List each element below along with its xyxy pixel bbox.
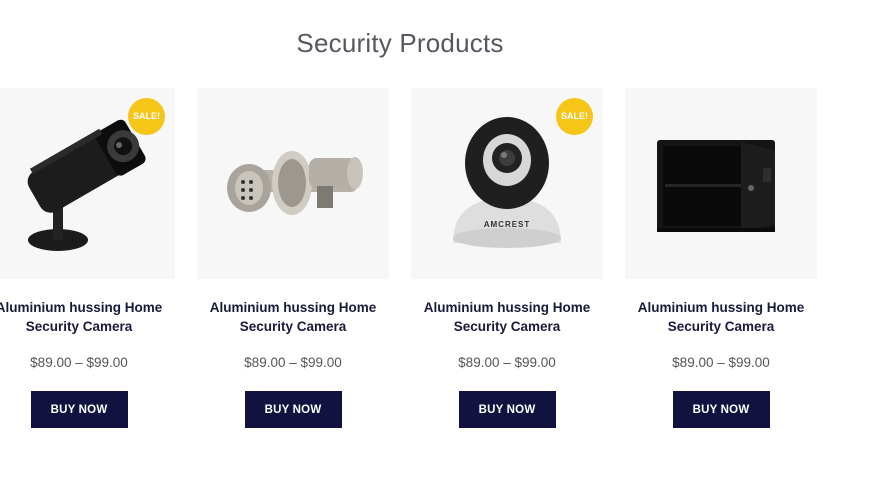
product-image[interactable]: AMCREST SALE!	[411, 88, 603, 279]
price-separator: –	[75, 355, 83, 370]
product-image[interactable]	[625, 88, 817, 279]
buy-now-button[interactable]: BUY NOW	[672, 391, 770, 428]
price-max: $99.00	[514, 355, 556, 370]
price-separator: –	[717, 355, 725, 370]
black-safe-icon	[657, 140, 775, 232]
product-price: $89.00 – $99.00	[0, 355, 175, 370]
product-name[interactable]: Aluminium hussing Home Security Camera	[0, 298, 175, 336]
product-image[interactable]: SALE!	[0, 88, 175, 279]
sale-badge: SALE!	[128, 98, 165, 135]
sale-badge: SALE!	[556, 98, 593, 135]
product-card: AMCREST SALE! Aluminium hussing Home Sec…	[411, 88, 603, 428]
price-max: $99.00	[300, 355, 342, 370]
section-title: Security Products	[296, 28, 504, 58]
product-image[interactable]	[197, 88, 389, 279]
price-separator: –	[289, 355, 297, 370]
product-price: $89.00 – $99.00	[625, 355, 817, 370]
price-min: $89.00	[458, 355, 500, 370]
product-card: Aluminium hussing Home Security Camera $…	[197, 88, 389, 428]
product-name[interactable]: Aluminium hussing Home Security Camera	[197, 298, 389, 336]
product-card: Aluminium hussing Home Security Camera $…	[625, 88, 817, 428]
price-min: $89.00	[244, 355, 286, 370]
product-price: $89.00 – $99.00	[411, 355, 603, 370]
price-min: $89.00	[672, 355, 714, 370]
price-separator: –	[503, 355, 511, 370]
product-price: $89.00 – $99.00	[197, 355, 389, 370]
product-card: SALE! Aluminium hussing Home Security Ca…	[0, 88, 175, 428]
price-max: $99.00	[728, 355, 770, 370]
amcrest-logo: AMCREST	[484, 220, 531, 229]
product-name[interactable]: Aluminium hussing Home Security Camera	[625, 298, 817, 336]
product-name[interactable]: Aluminium hussing Home Security Camera	[411, 298, 603, 336]
price-min: $89.00	[30, 355, 72, 370]
keypad-door-lock-icon	[227, 151, 363, 215]
price-max: $99.00	[86, 355, 128, 370]
buy-now-button[interactable]: BUY NOW	[458, 391, 556, 428]
buy-now-button[interactable]: BUY NOW	[244, 391, 342, 428]
buy-now-button[interactable]: BUY NOW	[30, 391, 128, 428]
